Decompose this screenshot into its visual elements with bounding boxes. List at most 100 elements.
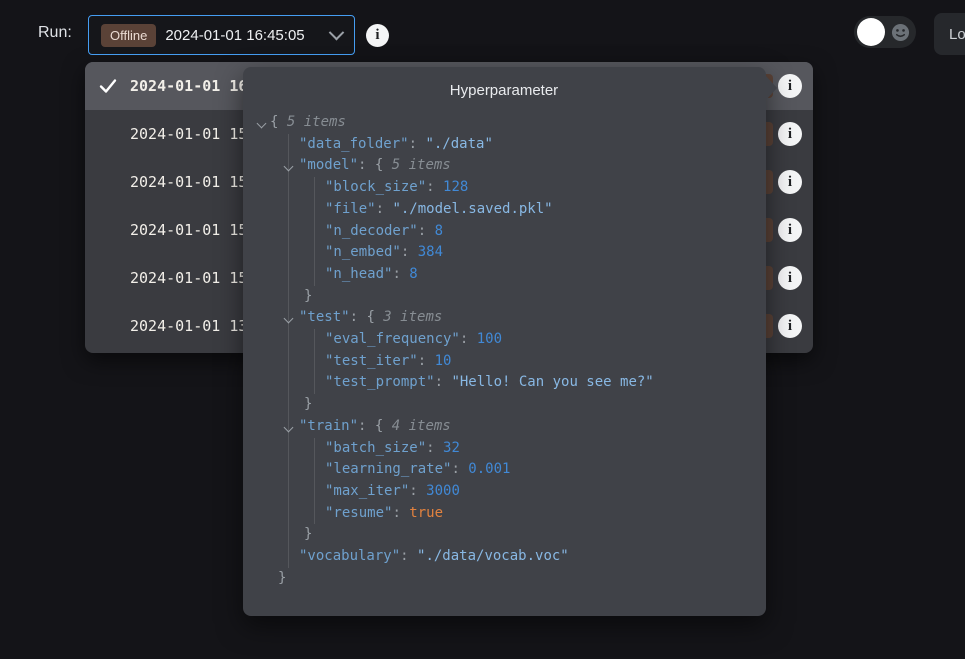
json-colon: : (358, 157, 375, 173)
json-object-open: "model": { 5 items (289, 155, 750, 177)
json-key: "eval_frequency" (325, 331, 460, 347)
selected-run-value: 2024-01-01 16:45:05 (165, 27, 304, 44)
json-object-close: } (289, 394, 750, 416)
json-children-group: "block_size": 128"file": "./model.saved.… (314, 177, 750, 286)
json-property: "n_decoder": 8 (315, 221, 750, 243)
json-children-group: "data_folder": "./data""model": { 5 item… (288, 134, 750, 568)
json-colon: : (409, 483, 426, 499)
json-property: "test_iter": 10 (315, 351, 750, 373)
json-value: "./data" (425, 136, 492, 152)
json-colon: : (376, 201, 393, 217)
json-value: true (409, 505, 443, 521)
json-key: "data_folder" (299, 136, 409, 152)
json-colon: : (418, 223, 435, 239)
json-property: "data_folder": "./data" (289, 134, 750, 156)
json-brace: { (375, 418, 392, 434)
json-key: "block_size" (325, 179, 426, 195)
row-info-icon[interactable]: i (778, 314, 802, 338)
json-value: 0.001 (468, 461, 510, 477)
json-item-count: 4 items (392, 418, 451, 434)
collapse-chevron-icon[interactable] (284, 314, 294, 324)
json-colon: : (392, 266, 409, 282)
json-item-count: 5 items (287, 114, 346, 130)
row-info-icon[interactable]: i (778, 218, 802, 242)
collapse-chevron-icon[interactable] (257, 119, 267, 129)
json-object-open: { 5 items (258, 112, 750, 134)
collapse-chevron-icon[interactable] (284, 422, 294, 432)
json-key: "test" (299, 309, 350, 325)
json-property: "test_prompt": "Hello! Can you see me?" (315, 372, 750, 394)
json-children-group: "batch_size": 32"learning_rate": 0.001"m… (314, 438, 750, 525)
row-info-icon[interactable]: i (778, 74, 802, 98)
json-colon: : (426, 440, 443, 456)
json-brace: { (375, 157, 392, 173)
json-value: 384 (418, 244, 443, 260)
json-colon: : (460, 331, 477, 347)
run-option-label: 2024-01-01 15 (130, 125, 247, 143)
json-key: "learning_rate" (325, 461, 451, 477)
json-object-open: "train": { 4 items (289, 416, 750, 438)
row-info-icon[interactable]: i (778, 122, 802, 146)
json-property: "vocabulary": "./data/vocab.voc" (289, 546, 750, 568)
json-value: 100 (477, 331, 502, 347)
status-badge: Offline (101, 24, 156, 47)
json-key: "batch_size" (325, 440, 426, 456)
json-colon: : (426, 179, 443, 195)
json-tree: { 5 items"data_folder": "./data""model":… (258, 112, 750, 589)
json-brace: { (366, 309, 383, 325)
json-value: "./model.saved.pkl" (392, 201, 552, 217)
json-children-group: "eval_frequency": 100"test_iter": 10"tes… (314, 329, 750, 394)
json-colon: : (435, 374, 452, 390)
popover-arrow-icon (766, 76, 777, 100)
json-key: "file" (325, 201, 376, 217)
log-button[interactable]: Log (934, 13, 965, 55)
hyperparameter-popover: Hyperparameter { 5 items"data_folder": "… (243, 67, 766, 616)
toggle-knob (857, 18, 885, 46)
collapse-chevron-icon[interactable] (284, 162, 294, 172)
run-option-label: 2024-01-01 15 (130, 173, 247, 191)
json-object-close: } (289, 524, 750, 546)
check-icon (98, 76, 118, 96)
json-value: "Hello! Can you see me?" (451, 374, 653, 390)
json-brace: { (270, 114, 287, 130)
json-colon: : (400, 548, 417, 564)
theme-toggle[interactable] (854, 16, 916, 48)
run-option-label: 2024-01-01 13 (130, 317, 247, 335)
json-brace: } (304, 526, 312, 542)
row-info-icon[interactable]: i (778, 170, 802, 194)
run-option-label: 2024-01-01 15 (130, 269, 247, 287)
json-key: "model" (299, 157, 358, 173)
json-property: "batch_size": 32 (315, 438, 750, 460)
json-key: "test_iter" (325, 353, 418, 369)
json-value: 32 (443, 440, 460, 456)
json-colon: : (350, 309, 367, 325)
json-item-count: 3 items (383, 309, 442, 325)
json-key: "n_decoder" (325, 223, 418, 239)
json-value: 8 (435, 223, 443, 239)
json-property: "learning_rate": 0.001 (315, 459, 750, 481)
json-property: "resume": true (315, 503, 750, 525)
chevron-down-icon (329, 24, 345, 40)
json-colon: : (418, 353, 435, 369)
json-brace: } (278, 570, 286, 586)
json-value: 8 (409, 266, 417, 282)
json-brace: } (304, 288, 312, 304)
json-brace: } (304, 396, 312, 412)
json-property: "block_size": 128 (315, 177, 750, 199)
popover-title: Hyperparameter (258, 82, 750, 99)
json-property: "n_embed": 384 (315, 242, 750, 264)
json-key: "vocabulary" (299, 548, 400, 564)
json-value: 10 (435, 353, 452, 369)
json-property: "n_head": 8 (315, 264, 750, 286)
json-property: "max_iter": 3000 (315, 481, 750, 503)
run-info-icon[interactable]: i (366, 24, 389, 47)
run-label: Run: (38, 24, 72, 42)
json-key: "n_embed" (325, 244, 401, 260)
json-key: "n_head" (325, 266, 392, 282)
json-key: "max_iter" (325, 483, 409, 499)
run-select-dropdown[interactable]: Offline 2024-01-01 16:45:05 (88, 15, 355, 55)
json-property: "file": "./model.saved.pkl" (315, 199, 750, 221)
json-item-count: 5 items (392, 157, 451, 173)
row-info-icon[interactable]: i (778, 266, 802, 290)
smiley-icon (891, 23, 910, 42)
